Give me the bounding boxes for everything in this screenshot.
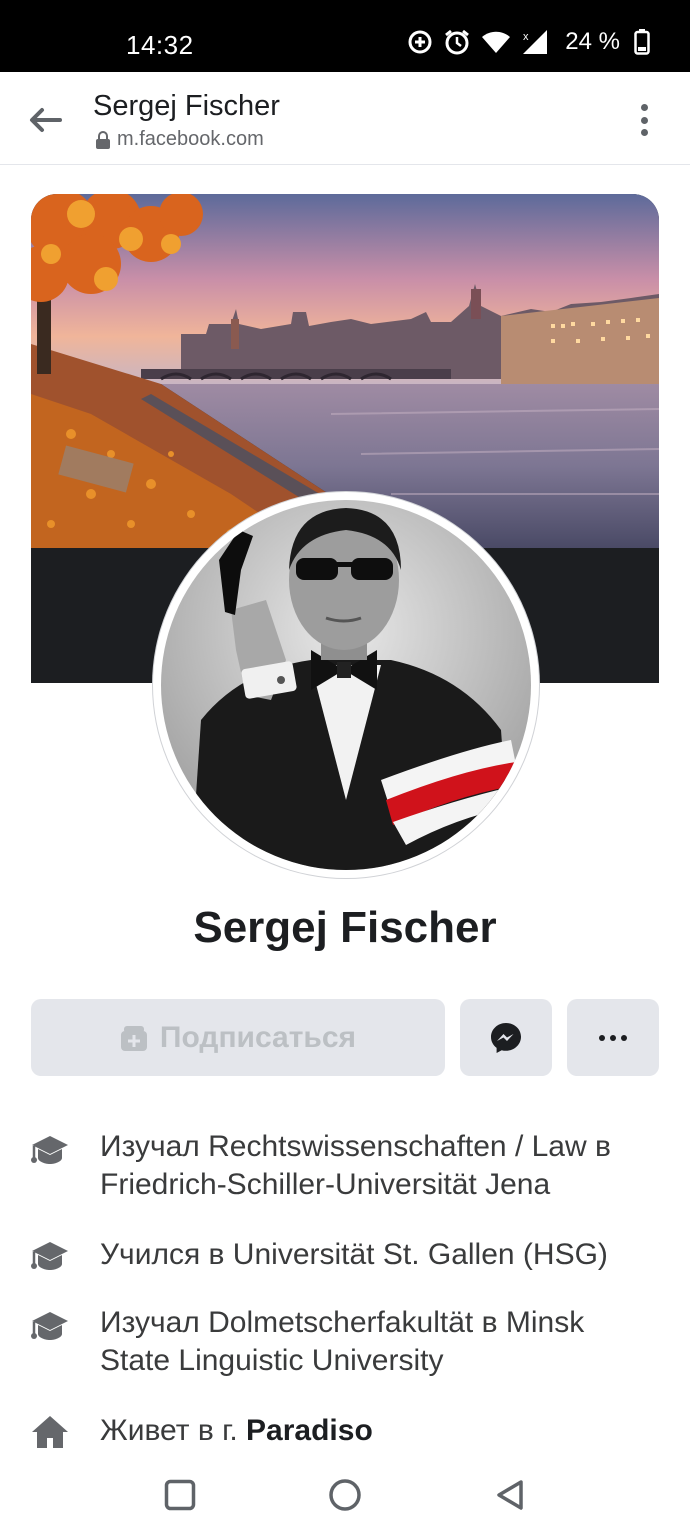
browser-header: Sergej Fischer m.facebook.com: [0, 72, 690, 165]
info-text: Живет в г. Paradiso: [100, 1412, 660, 1450]
alarm-icon: [445, 29, 470, 55]
education-icon: [31, 1136, 68, 1164]
status-bar: 14:32 x 24 %: [0, 0, 690, 72]
url-text: m.facebook.com: [117, 128, 264, 150]
education-icon: [31, 1312, 68, 1340]
dot: [621, 1034, 627, 1041]
info-text: Изучал Dolmetscherfakultät в Minsk State…: [100, 1306, 585, 1377]
battery-icon: [634, 29, 650, 55]
more-actions-button[interactable]: [567, 999, 659, 1076]
profile-name: Sergej Fischer: [193, 903, 497, 952]
subscribe-icon: [120, 1025, 147, 1051]
subscribe-label: Подписаться: [159, 1020, 357, 1054]
page-title: Sergej Fischer: [93, 90, 280, 122]
home-icon: [32, 1416, 68, 1448]
svg-text:x: x: [523, 31, 529, 43]
data-saver-icon: [408, 30, 432, 54]
circle-icon: [329, 1479, 361, 1511]
nav-back-button[interactable]: [490, 1475, 530, 1515]
status-icons: x 24 %: [407, 28, 650, 56]
lives-in-place[interactable]: Paradiso: [246, 1414, 373, 1447]
dot: [640, 129, 648, 136]
battery-percent: 24 %: [565, 28, 620, 55]
more-options-button[interactable]: [634, 100, 654, 140]
profile-avatar[interactable]: [153, 492, 539, 878]
lock-icon: [96, 130, 110, 149]
info-text: Учился в Universität St. Gallen (HSG): [100, 1238, 608, 1271]
status-time: 14:32: [126, 30, 194, 60]
system-nav-bar: [0, 1453, 690, 1533]
arrow-back-icon: [30, 108, 62, 132]
dot: [610, 1034, 616, 1041]
profile-picture: [161, 500, 531, 870]
messenger-button[interactable]: [460, 999, 552, 1076]
wifi-icon: [482, 31, 511, 53]
info-text: Изучал Rechtswissenschaften / Law в Frie…: [100, 1130, 611, 1201]
dot: [640, 116, 648, 124]
messenger-icon: [491, 1022, 521, 1053]
triangle-back-icon: [497, 1480, 523, 1510]
dot: [640, 104, 648, 111]
subscribe-button[interactable]: Подписаться: [31, 999, 445, 1076]
lives-in-prefix: Живет в г.: [100, 1414, 247, 1447]
dot: [599, 1034, 605, 1041]
home-button[interactable]: [325, 1475, 365, 1515]
education-icon: [31, 1242, 68, 1270]
square-icon: [164, 1479, 196, 1511]
back-button[interactable]: [24, 100, 66, 140]
url-bar[interactable]: m.facebook.com: [95, 128, 264, 151]
signal-icon: x: [523, 30, 548, 54]
recents-button[interactable]: [160, 1475, 200, 1515]
